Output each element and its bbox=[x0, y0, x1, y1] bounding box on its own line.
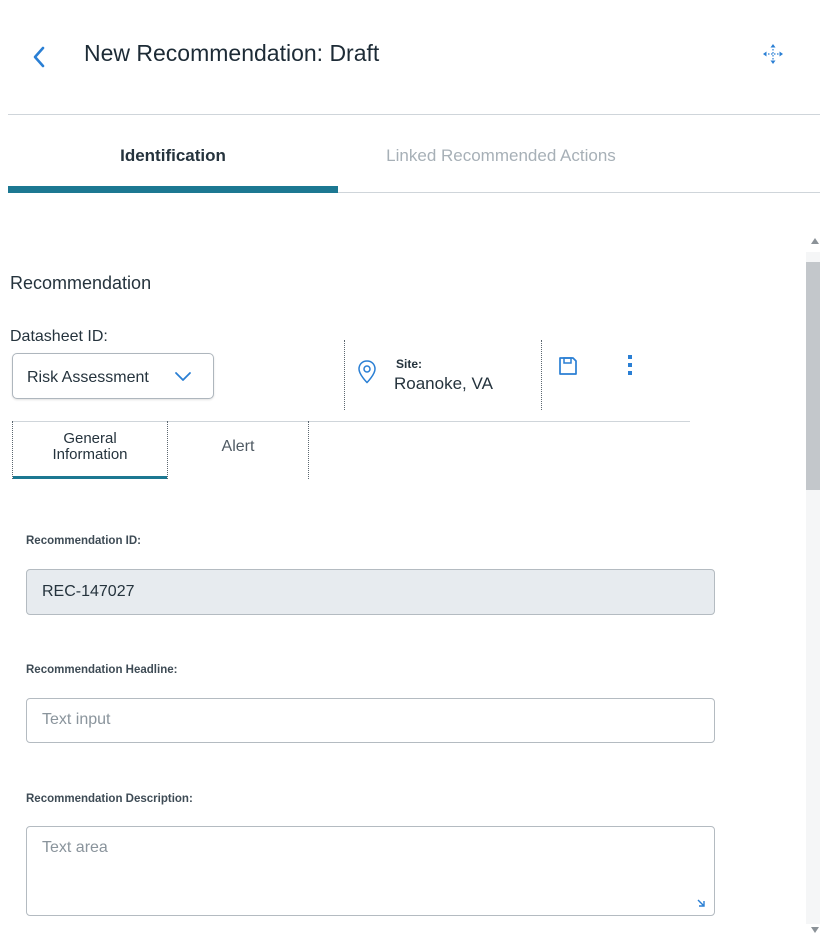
chevron-down-icon bbox=[175, 372, 191, 381]
recommendation-description-textarea[interactable]: Text area bbox=[26, 826, 715, 916]
back-button[interactable] bbox=[28, 40, 52, 74]
move-icon bbox=[763, 44, 783, 64]
active-tab-indicator bbox=[8, 186, 338, 193]
site-label: Site: bbox=[396, 357, 423, 371]
more-options-button[interactable] bbox=[624, 352, 636, 380]
datasheet-id-value: Risk Assessment bbox=[27, 369, 149, 386]
subtab-separator bbox=[308, 421, 309, 479]
page-title: New Recommendation: Draft bbox=[84, 40, 380, 66]
save-icon bbox=[559, 357, 577, 375]
move-button[interactable] bbox=[761, 42, 785, 66]
scroll-down-arrow[interactable] bbox=[811, 927, 819, 933]
active-subtab-indicator bbox=[13, 476, 167, 479]
toolbar-separator bbox=[344, 340, 345, 410]
site-value: Roanoke, VA bbox=[394, 374, 493, 393]
section-title: Recommendation bbox=[10, 273, 152, 293]
tab-identification[interactable]: Identification bbox=[8, 146, 338, 166]
subtab-general-information-label: General Information bbox=[52, 430, 128, 463]
recommendation-headline-input[interactable]: Text input bbox=[26, 698, 715, 743]
recommendation-headline-label: Recommendation Headline: bbox=[26, 664, 178, 676]
header-divider bbox=[8, 114, 820, 115]
tabs-divider bbox=[338, 192, 820, 193]
recommendation-description-label: Recommendation Description: bbox=[26, 793, 193, 805]
subtab-general-information[interactable]: General Information bbox=[12, 421, 168, 479]
more-vertical-icon bbox=[628, 355, 632, 375]
back-chevron-icon bbox=[33, 46, 45, 68]
toolbar-separator bbox=[541, 340, 542, 410]
recommendation-id-field: REC-147027 bbox=[26, 569, 715, 615]
scroll-up-arrow[interactable] bbox=[811, 238, 819, 244]
location-pin-icon bbox=[357, 359, 377, 385]
recommendation-id-label: Recommendation ID: bbox=[26, 535, 142, 547]
tab-linked-recommended-actions[interactable]: Linked Recommended Actions bbox=[338, 146, 664, 166]
scrollbar-thumb[interactable] bbox=[806, 262, 820, 490]
subtab-alert[interactable]: Alert bbox=[168, 438, 308, 456]
datasheet-id-select[interactable]: Risk Assessment bbox=[12, 353, 214, 399]
recommendation-description-placeholder: Text area bbox=[42, 839, 108, 856]
save-button[interactable] bbox=[557, 355, 579, 377]
resize-handle-icon[interactable] bbox=[696, 898, 706, 908]
datasheet-id-label: Datasheet ID: bbox=[10, 328, 108, 345]
